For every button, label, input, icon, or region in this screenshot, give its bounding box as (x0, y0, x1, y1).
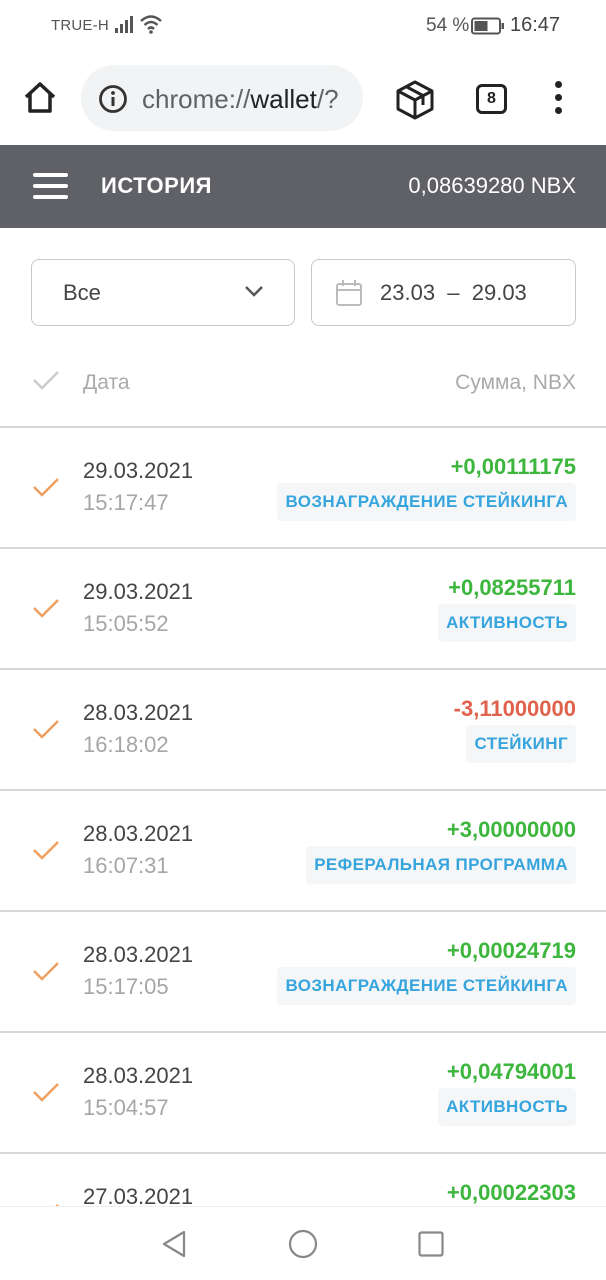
transaction-date: 29.03.2021 (83, 458, 194, 483)
transaction-amount: +0,08255711 (448, 575, 576, 600)
transaction-row[interactable]: 27.03.2021 +0,00022303 (0, 1154, 606, 1206)
transaction-date: 28.03.2021 (83, 942, 194, 967)
transaction-row[interactable]: 28.03.2021 16:07:31 +3,00000000 РЕФЕРАЛЬНАЯ… (0, 791, 606, 912)
chevron-down-icon (245, 286, 263, 297)
hamburger-menu-icon[interactable] (33, 171, 69, 201)
wifi-icon (140, 15, 162, 34)
select-all-checkmark-icon[interactable] (31, 368, 61, 392)
column-header-date[interactable]: Дата (83, 371, 130, 395)
carrier-label: TRUE-H (51, 17, 109, 34)
transaction-amount: +0,00022303 (446, 1180, 576, 1205)
battery-percent: 54 % (426, 15, 470, 36)
transaction-list: 29.03.2021 15:17:47 +0,00111175 ВОЗНАГРАЖДЕ… (0, 428, 606, 1206)
checkmark-icon[interactable] (31, 717, 61, 741)
info-icon[interactable] (98, 84, 128, 114)
transaction-time: 15:04:57 (83, 1095, 169, 1120)
tab-switcher-button[interactable]: 8 (476, 84, 507, 114)
transaction-row[interactable]: 28.03.2021 15:17:05 +0,00024719 ВОЗНАГРАЖДЕ… (0, 912, 606, 1033)
cube-icon[interactable] (393, 78, 437, 122)
transaction-amount: +0,00024719 (446, 938, 576, 963)
transaction-time: 16:07:31 (83, 853, 169, 878)
home-icon[interactable] (20, 78, 60, 118)
home-circle-icon[interactable] (288, 1229, 318, 1259)
system-nav-bar (0, 1206, 606, 1280)
transaction-date: 28.03.2021 (83, 821, 194, 846)
browser-toolbar: chrome://wallet/? 8 (0, 52, 606, 145)
transaction-date: 28.03.2021 (83, 700, 194, 725)
app-header: ИСТОРИЯ 0,08639280 NBX (0, 145, 606, 228)
checkmark-icon[interactable] (31, 838, 61, 862)
transaction-row[interactable]: 28.03.2021 15:04:57 +0,04794001 АКТИВНОСТЬ (0, 1033, 606, 1154)
transaction-date: 28.03.2021 (83, 1063, 194, 1088)
page-title: ИСТОРИЯ (101, 173, 212, 198)
transaction-amount: -3,11000000 (453, 696, 576, 721)
date-range-picker[interactable]: 23.03 – 29.03 (311, 259, 576, 326)
checkmark-icon[interactable] (31, 475, 61, 499)
checkmark-icon[interactable] (31, 959, 61, 983)
transaction-time: 15:05:52 (83, 611, 169, 636)
transaction-date: 27.03.2021 (83, 1184, 194, 1206)
transaction-amount: +0,04794001 (446, 1059, 576, 1084)
transaction-time: 15:17:47 (83, 490, 169, 515)
transaction-type-badge: АКТИВНОСТЬ (438, 604, 576, 642)
transaction-type-badge: АКТИВНОСТЬ (438, 1088, 576, 1126)
checkmark-icon[interactable] (31, 596, 61, 620)
calendar-icon (336, 280, 362, 306)
transaction-time: 15:17:05 (83, 974, 169, 999)
transaction-row[interactable]: 28.03.2021 16:18:02 -3,11000000 СТЕЙКИНГ (0, 670, 606, 791)
signal-icon (115, 16, 133, 33)
transaction-row[interactable]: 29.03.2021 15:17:47 +0,00111175 ВОЗНАГРАЖДЕ… (0, 428, 606, 549)
more-vert-icon[interactable] (548, 80, 568, 116)
transaction-type-badge: СТЕЙКИНГ (466, 725, 576, 763)
type-filter-value: Все (63, 280, 101, 305)
transaction-type-badge: РЕФЕРАЛЬНАЯ ПРОГРАММА (306, 846, 576, 884)
transaction-amount: +3,00000000 (446, 817, 576, 842)
checkmark-icon[interactable] (31, 1080, 61, 1104)
recent-square-icon[interactable] (418, 1231, 444, 1257)
transaction-row[interactable]: 29.03.2021 15:05:52 +0,08255711 АКТИВНОСТЬ (0, 549, 606, 670)
transaction-amount: +0,00111175 (450, 454, 576, 479)
type-filter-dropdown[interactable]: Все (31, 259, 295, 326)
column-header-amount[interactable]: Сумма, NBX (455, 371, 576, 395)
date-range-value: 23.03 – 29.03 (380, 280, 527, 305)
wallet-balance: 0,08639280 NBX (408, 173, 576, 198)
transaction-time: 16:18:02 (83, 732, 169, 757)
url-text[interactable]: chrome://wallet/? (142, 84, 339, 115)
status-clock: 16:47 (510, 14, 561, 36)
battery-icon (471, 17, 504, 35)
transaction-date: 29.03.2021 (83, 579, 194, 604)
transaction-type-badge: ВОЗНАГРАЖДЕНИЕ СТЕЙКИНГА (277, 483, 576, 521)
status-bar: TRUE-H 54 % 16:47 (0, 0, 606, 52)
transaction-type-badge: ВОЗНАГРАЖДЕНИЕ СТЕЙКИНГА (277, 967, 576, 1005)
back-triangle-icon[interactable] (160, 1229, 190, 1259)
url-bar[interactable]: chrome://wallet/? (81, 65, 363, 131)
